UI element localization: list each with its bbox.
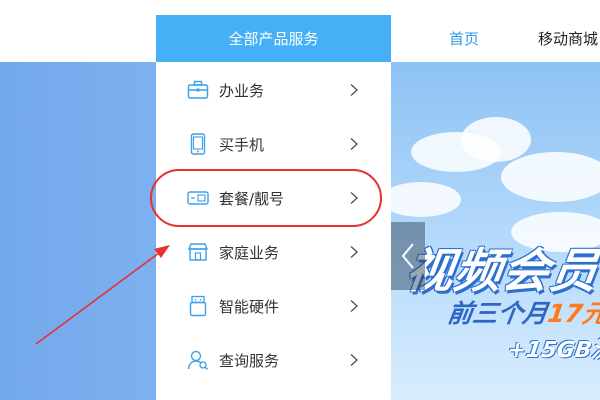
banner-price: 17元 xyxy=(545,299,600,328)
nav-mall-link[interactable]: 移动商城 xyxy=(538,28,598,50)
banner-subtitle: 前三个月17元 xyxy=(445,294,600,330)
all-products-tab[interactable]: 全部产品服务 xyxy=(156,15,391,62)
menu-item-business[interactable]: 办业务 xyxy=(156,63,391,117)
sim-card-icon xyxy=(187,191,209,205)
chevron-right-icon xyxy=(350,191,359,205)
menu-item-label: 买手机 xyxy=(219,135,265,154)
carousel-prev-button[interactable] xyxy=(391,222,425,290)
menu-item-phones[interactable]: 买手机 xyxy=(156,117,391,171)
chevron-right-icon xyxy=(350,137,359,151)
menu-item-label: 套餐/靓号 xyxy=(219,189,285,208)
chevron-right-icon xyxy=(350,245,359,259)
top-navigation-bar: 全部产品服务 首页 移动商城 xyxy=(0,0,600,62)
menu-item-home-services[interactable]: 家庭业务 xyxy=(156,225,391,279)
phone-icon xyxy=(190,133,206,155)
banner-data-offer: +15GB流量 xyxy=(505,338,600,363)
chevron-right-icon xyxy=(350,353,359,367)
all-products-label: 全部产品服务 xyxy=(228,30,319,48)
nav-home-link[interactable]: 首页 xyxy=(449,28,479,50)
menu-item-label: 办业务 xyxy=(219,81,265,100)
banner-title: 视频会员 xyxy=(402,244,600,299)
menu-item-label: 智能硬件 xyxy=(219,297,280,316)
menu-item-smart-hardware[interactable]: 智能硬件 xyxy=(156,279,391,333)
menu-item-label: 查询服务 xyxy=(219,351,280,370)
menu-item-plans-numbers[interactable]: 套餐/靓号 xyxy=(156,171,391,225)
menu-item-label: 家庭业务 xyxy=(219,243,280,262)
chevron-left-icon xyxy=(401,243,414,269)
product-category-menu: 办业务 买手机 套餐/靓号 家庭业务 智能硬件 查询服务 xyxy=(156,62,391,400)
home-broadband-icon xyxy=(187,243,209,261)
usb-device-icon xyxy=(189,295,207,317)
chevron-right-icon xyxy=(350,299,359,313)
menu-item-query-services[interactable]: 查询服务 xyxy=(156,333,391,387)
banner-subtitle-prefix: 前三个月 xyxy=(445,299,550,328)
user-search-icon xyxy=(187,350,208,370)
chevron-right-icon xyxy=(350,83,359,97)
briefcase-icon xyxy=(187,80,209,99)
